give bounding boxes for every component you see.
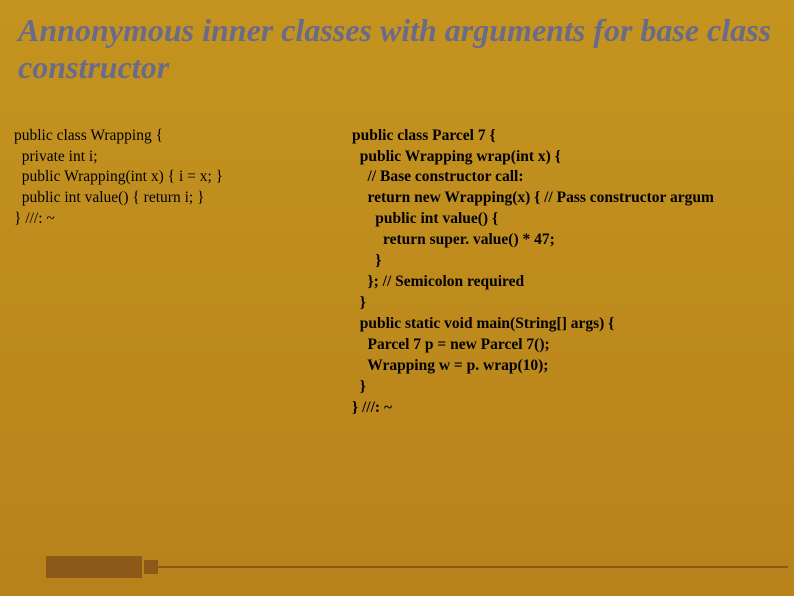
code-line: } <box>352 251 794 272</box>
code-line: return super. value() * 47; <box>352 230 794 251</box>
code-line: public class Parcel 7 { <box>352 126 794 147</box>
code-line: public Wrapping wrap(int x) { <box>352 147 794 168</box>
code-line: }; // Semicolon required <box>352 272 794 293</box>
footer-block-small <box>144 560 158 574</box>
footer-block <box>46 556 142 578</box>
footer-line <box>158 566 788 568</box>
code-line: private int i; <box>14 147 352 168</box>
code-line: return new Wrapping(x) { // Pass constru… <box>352 188 794 209</box>
code-line: public static void main(String[] args) { <box>352 314 794 335</box>
code-line: public class Wrapping { <box>14 126 352 147</box>
code-line: } ///: ~ <box>14 209 352 230</box>
code-line: public int value() { <box>352 209 794 230</box>
code-line: public Wrapping(int x) { i = x; } <box>14 167 352 188</box>
code-line: // Base constructor call: <box>352 167 794 188</box>
code-line: } <box>352 293 794 314</box>
code-line: } ///: ~ <box>352 398 794 419</box>
content-area: public class Wrapping { private int i; p… <box>0 86 794 419</box>
slide: Annonymous inner classes with arguments … <box>0 0 794 596</box>
left-code-block: public class Wrapping { private int i; p… <box>14 126 352 419</box>
code-line: Wrapping w = p. wrap(10); <box>352 356 794 377</box>
code-line: } <box>352 377 794 398</box>
slide-title: Annonymous inner classes with arguments … <box>0 0 794 86</box>
right-code-block: public class Parcel 7 { public Wrapping … <box>352 126 794 419</box>
footer-decoration <box>0 552 794 578</box>
code-line: Parcel 7 p = new Parcel 7(); <box>352 335 794 356</box>
code-line: public int value() { return i; } <box>14 188 352 209</box>
